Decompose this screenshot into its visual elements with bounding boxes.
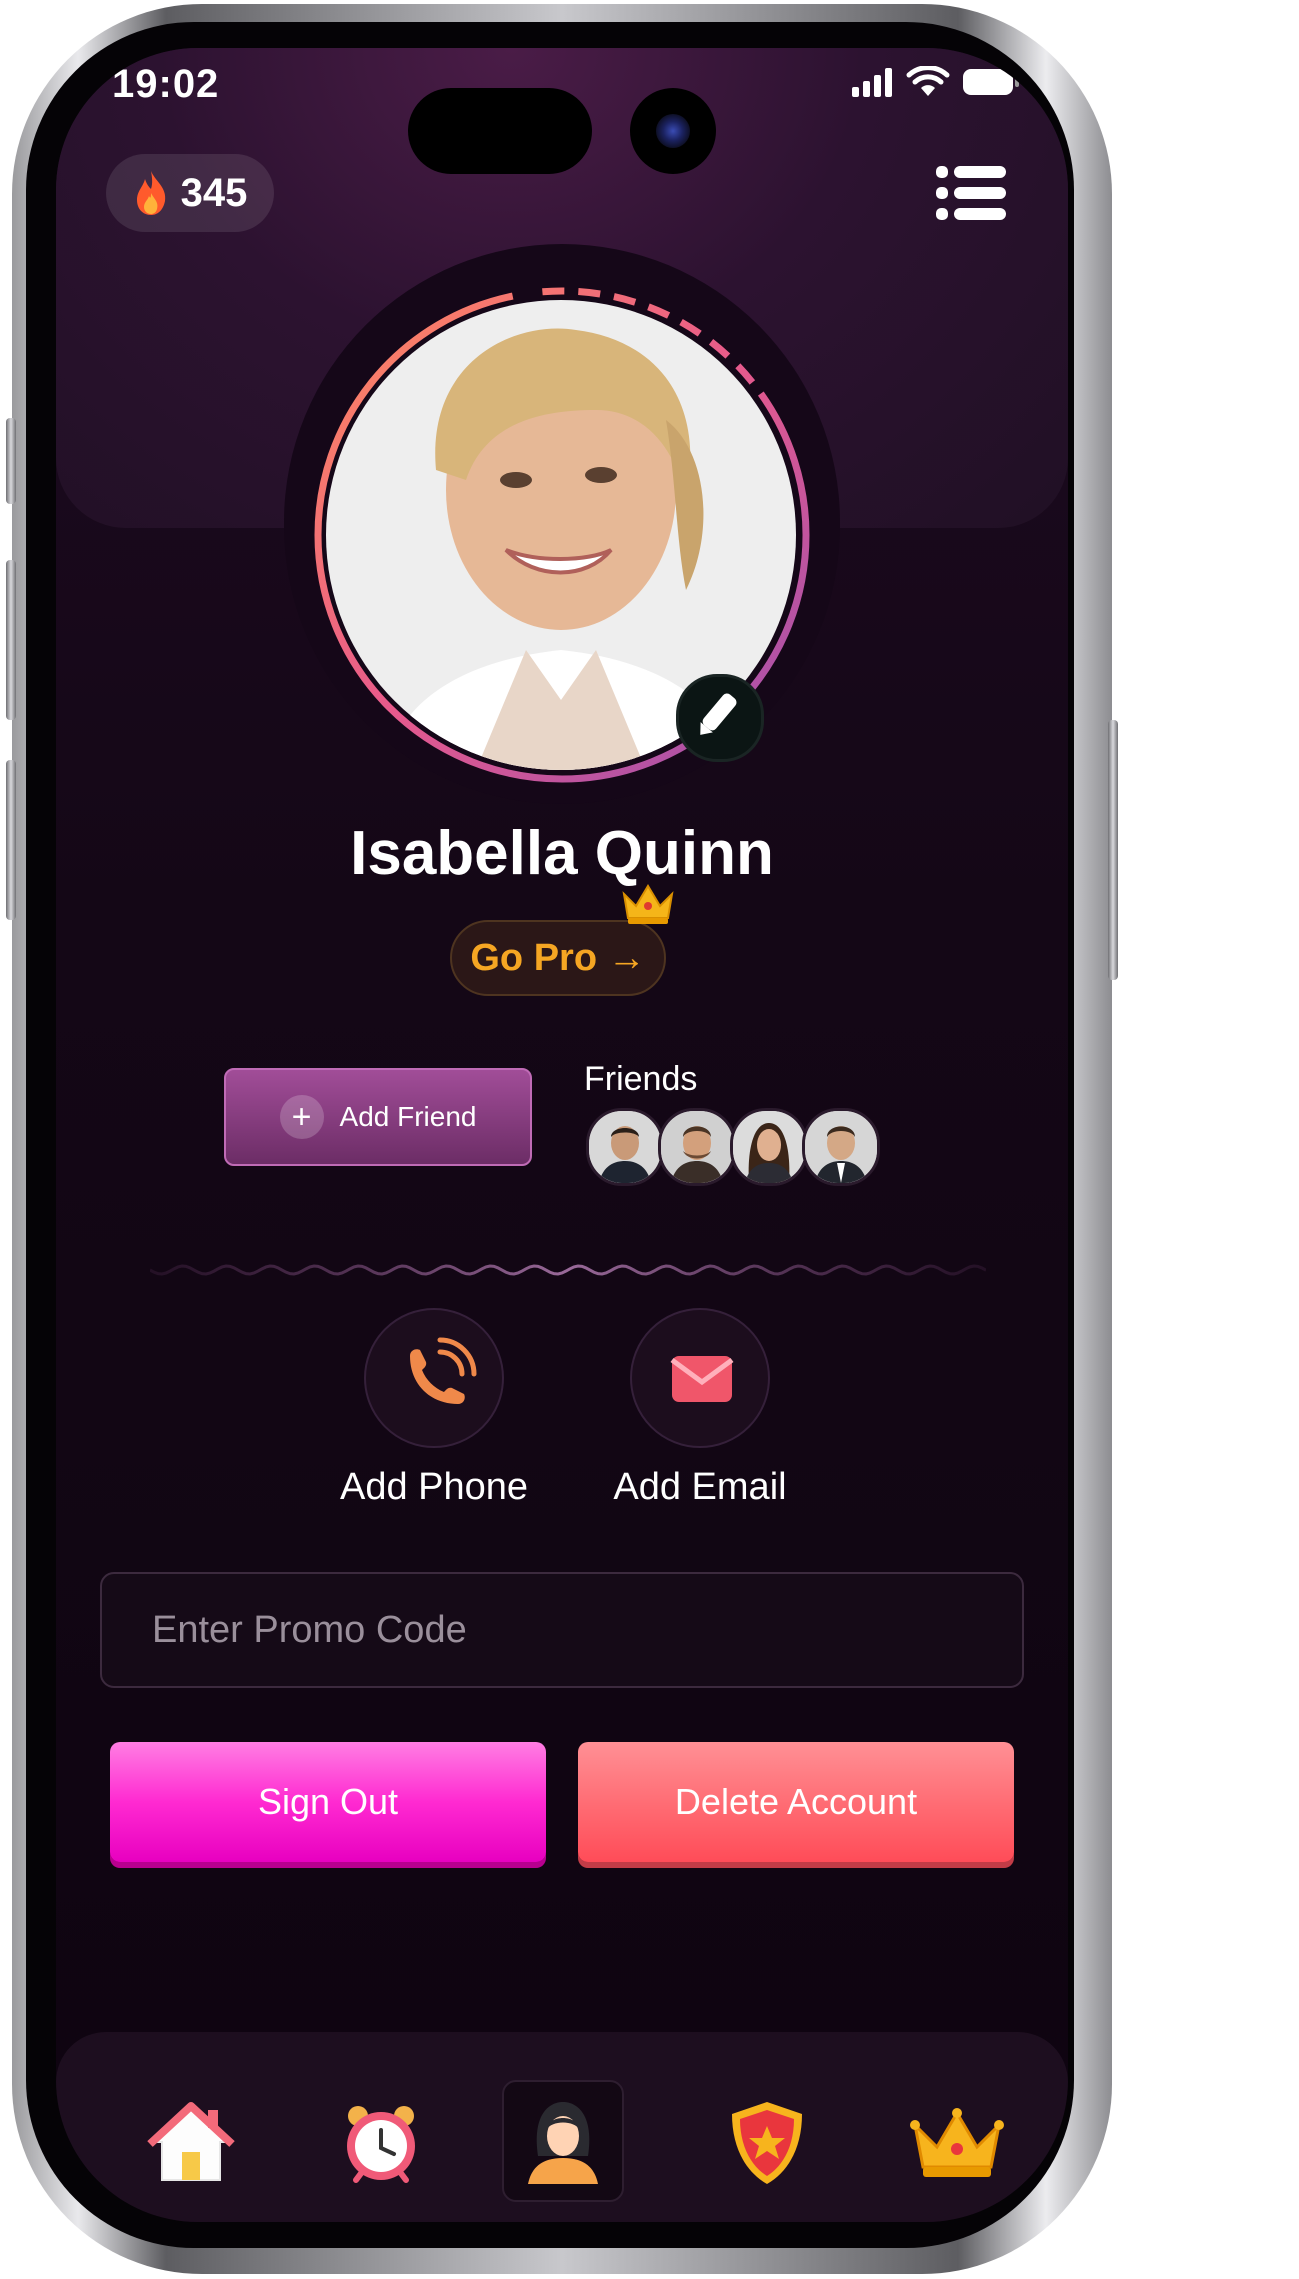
phone-icon	[410, 1337, 477, 1404]
plus-icon: +	[279, 1095, 324, 1139]
wave-divider	[150, 1264, 986, 1276]
wifi-icon	[906, 66, 950, 96]
add-friend-label: Add Friend	[339, 1101, 477, 1132]
signal-icon	[852, 68, 892, 97]
tab-shield[interactable]	[712, 2088, 822, 2198]
tab-home[interactable]	[136, 2088, 246, 2198]
pro-crown-icon	[622, 884, 674, 924]
tab-alarm[interactable]	[326, 2088, 436, 2198]
profile-name: Isabella Quinn	[350, 819, 774, 888]
shield-icon	[732, 2102, 802, 2184]
battery-icon	[963, 69, 1019, 95]
friend-avatar[interactable]	[658, 1108, 736, 1186]
menu-icon[interactable]	[936, 166, 1006, 220]
add-phone-button[interactable]	[364, 1308, 504, 1448]
friend-avatar[interactable]	[730, 1108, 808, 1186]
profile-icon	[528, 2102, 598, 2184]
phone-side-button	[6, 418, 16, 504]
go-pro-button[interactable]: Go Pro →	[450, 920, 666, 996]
sign-out-button[interactable]: Sign Out	[110, 1742, 546, 1862]
phone-side-button	[6, 760, 16, 920]
dynamic-island	[408, 88, 592, 174]
friend-avatar[interactable]	[802, 1108, 880, 1186]
email-icon	[670, 1356, 734, 1402]
friend-avatar[interactable]	[586, 1108, 664, 1186]
add-email-button[interactable]	[630, 1308, 770, 1448]
front-camera	[630, 88, 716, 174]
screen: 19:02 345 Isabella Quinn Go Pro → + Add …	[56, 48, 1068, 2222]
friends-avatars[interactable]	[586, 1108, 880, 1186]
crown-icon	[910, 2108, 1004, 2177]
pencil-icon	[700, 693, 737, 735]
promo-code-input[interactable]	[100, 1572, 1024, 1688]
streak-count: 345	[180, 170, 248, 215]
camera-lens	[656, 114, 690, 148]
fire-icon	[136, 171, 165, 215]
phone-side-button	[6, 560, 16, 720]
delete-account-button[interactable]: Delete Account	[578, 1742, 1014, 1862]
add-phone-label[interactable]: Add Phone	[284, 1466, 584, 1509]
tab-profile[interactable]	[502, 2080, 624, 2202]
friends-label: Friends	[584, 1060, 698, 1098]
status-time: 19:02	[112, 62, 220, 106]
phone-side-button	[1108, 720, 1118, 980]
add-email-label[interactable]: Add Email	[550, 1466, 850, 1509]
add-friend-button[interactable]: + Add Friend	[224, 1068, 532, 1166]
status-icons	[850, 66, 1020, 98]
tab-crown[interactable]	[902, 2088, 1012, 2198]
edit-avatar-button[interactable]	[676, 674, 764, 762]
alarm-clock-icon	[347, 2106, 415, 2183]
home-icon	[147, 2102, 235, 2181]
streak-chip[interactable]: 345	[106, 154, 274, 232]
